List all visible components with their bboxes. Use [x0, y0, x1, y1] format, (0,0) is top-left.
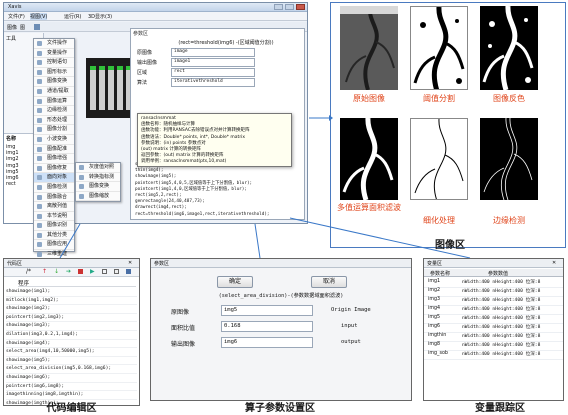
var-row-name: imgthin: [428, 333, 447, 338]
step-icon[interactable]: ➔: [66, 268, 71, 275]
param-label-2: 输出图像: [171, 341, 196, 348]
stop-icon[interactable]: [78, 269, 83, 274]
param-panel-title: 参数区: [154, 261, 170, 267]
caption-code-editor: 代码编辑区: [46, 403, 97, 414]
code-line[interactable]: showimage(img3);: [6, 322, 137, 331]
confirm-button[interactable]: 确定: [217, 276, 253, 288]
var-row-value: nWidth:400 nHeight:400 位深:8: [462, 289, 541, 294]
var-panel-close-icon[interactable]: ✕: [552, 260, 556, 266]
code-lines[interactable]: showimage(img1); mitlock(img1,img2); showi…: [6, 288, 137, 405]
code-panel-close-icon[interactable]: ✕: [128, 260, 132, 266]
paste-icon[interactable]: [114, 269, 119, 274]
run-icon[interactable]: ▶: [90, 268, 95, 275]
arrow-down-icon[interactable]: ↓: [54, 268, 59, 275]
var-row-value: nWidth:400 nHeight:400 位深:8: [462, 316, 541, 321]
param-panel: 参数区 确定 取消 (select_area_division)-(参数数据域面…: [150, 258, 412, 401]
caption-var-tracking: 变量跟踪区: [475, 403, 525, 414]
param-desc-2: output: [341, 339, 361, 345]
param-panel-titlebar: 参数区: [151, 259, 411, 268]
code-line[interactable]: showimage(img4);: [6, 340, 137, 349]
param-func-line: (select_area_division)-(参数数据域面积滤波): [218, 293, 344, 299]
var-panel: 变量区 ✕ 参数名称 参数数值 img1 nWidth:400 nHeight:4…: [423, 258, 564, 401]
var-row[interactable]: img_sob nWidth:400 nHeight:400 位深:8: [424, 350, 563, 360]
code-toolbar: /* ↑ ↓ ➔ ▶: [4, 268, 139, 277]
var-col-name: 参数名称: [430, 271, 451, 277]
var-col-value: 参数数值: [488, 271, 509, 277]
code-panel: 代码区 ✕ /* ↑ ↓ ➔ ▶ 程序 showimage(img1); mitl…: [3, 258, 140, 406]
var-panel-title: 变量区: [427, 261, 443, 267]
code-line[interactable]: dilation(img3,0.2,1,img4);: [6, 331, 137, 340]
var-row-name: img6: [428, 324, 441, 329]
var-row-name: img2: [428, 288, 441, 293]
var-row-name: img4: [428, 306, 441, 311]
var-row-name: img3: [428, 297, 441, 302]
arrow-up-icon[interactable]: ↑: [42, 268, 47, 275]
param-input-2[interactable]: img6: [221, 337, 313, 348]
var-row-name: img8: [428, 342, 441, 347]
cancel-button[interactable]: 取消: [311, 276, 347, 288]
var-panel-titlebar: 变量区 ✕: [424, 259, 563, 268]
var-row-value: nWidth:400 nHeight:400 位深:8: [462, 307, 541, 312]
var-row-name: img_sob: [428, 351, 448, 356]
code-panel-titlebar: 代码区 ✕: [4, 259, 139, 268]
var-row-name: img1: [428, 279, 441, 284]
copy-icon[interactable]: [102, 269, 107, 274]
code-line[interactable]: pointcert(img6,img8);: [6, 383, 137, 392]
comment-icon[interactable]: /*: [26, 268, 31, 275]
caption-param-area: 算子参数设置区: [245, 403, 315, 414]
code-line[interactable]: select_area_division(img5,0.168,img6);: [6, 365, 137, 374]
param-input-1[interactable]: 0.168: [221, 321, 313, 332]
param-desc-0: Origin Image: [331, 307, 371, 313]
save-icon[interactable]: [126, 269, 131, 274]
code-line[interactable]: showimage(img2);: [6, 305, 137, 314]
var-row-value: nWidth:400 nHeight:400 位深:8: [462, 352, 541, 357]
code-line[interactable]: mitlock(img1,img2);: [6, 297, 137, 306]
var-row-value: nWidth:400 nHeight:400 位深:8: [462, 298, 541, 303]
param-desc-1: input: [341, 323, 358, 329]
code-line[interactable]: showimage(img5);: [6, 357, 137, 366]
var-row-name: img5: [428, 315, 441, 320]
code-line[interactable]: showimage(img6);: [6, 374, 137, 383]
param-input-0[interactable]: img5: [221, 305, 313, 316]
var-row-value: nWidth:400 nHeight:400 位深:8: [462, 334, 541, 339]
code-line[interactable]: showimage(img1);: [6, 288, 137, 297]
param-label-1: 面积比值: [171, 325, 196, 332]
var-row-value: nWidth:400 nHeight:400 位深:8: [462, 343, 541, 348]
code-line[interactable]: select_area(img4,10,50000,img5);: [6, 348, 137, 357]
code-line[interactable]: pointcert(img2,img3);: [6, 314, 137, 323]
param-label-0: 原图像: [171, 309, 190, 316]
var-row-value: nWidth:400 nHeight:400 位深:8: [462, 325, 541, 330]
code-header: 程序: [18, 279, 136, 287]
var-table-header: 参数名称 参数数值: [424, 269, 563, 277]
var-row-value: nWidth:400 nHeight:400 位深:8: [462, 280, 541, 285]
code-panel-title: 代码区: [7, 261, 23, 267]
